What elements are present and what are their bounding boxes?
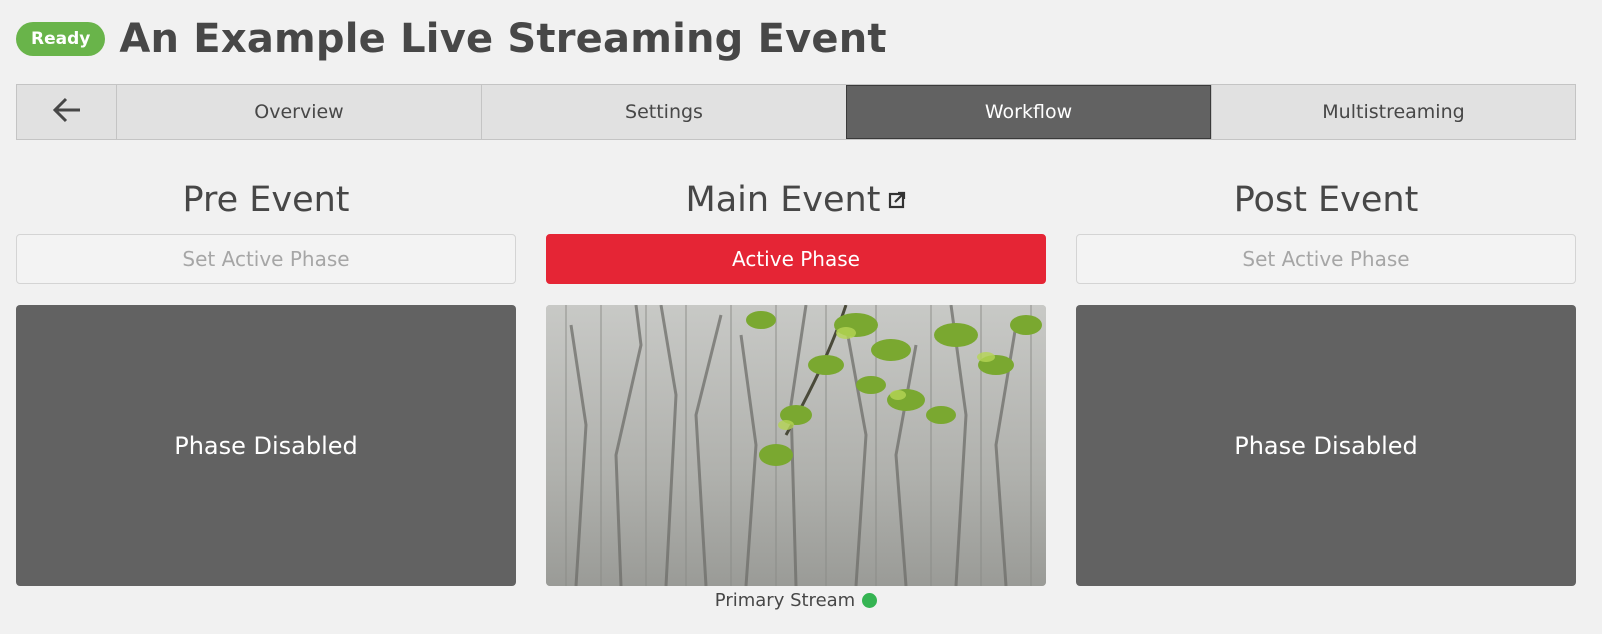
main-event-video-preview[interactable] xyxy=(546,305,1046,586)
pre-event-column: Pre Event Set Active Phase Phase Disable… xyxy=(16,176,516,586)
post-event-set-active-button[interactable]: Set Active Phase xyxy=(1076,234,1576,284)
post-event-column: Post Event Set Active Phase Phase Disabl… xyxy=(1076,176,1576,586)
phase-disabled-label: Phase Disabled xyxy=(1234,431,1418,460)
arrow-left-icon xyxy=(52,97,82,128)
main-event-active-phase-button[interactable]: Active Phase xyxy=(546,234,1046,284)
tab-multistreaming[interactable]: Multistreaming xyxy=(1211,85,1575,139)
tab-overview[interactable]: Overview xyxy=(116,85,481,139)
pre-event-title: Pre Event xyxy=(182,180,350,220)
stream-status-dot-icon xyxy=(862,593,878,608)
external-link-icon[interactable] xyxy=(888,191,906,209)
tab-settings[interactable]: Settings xyxy=(481,85,846,139)
main-event-column: Main Event Active Phase Primary Stream xyxy=(546,176,1046,611)
page-header: Ready An Example Live Streaming Event xyxy=(16,14,887,64)
rain-forest-thumbnail xyxy=(546,305,1046,586)
post-event-title: Post Event xyxy=(1233,180,1419,220)
tab-bar: Overview Settings Workflow Multistreamin… xyxy=(16,84,1576,140)
main-event-title: Main Event xyxy=(685,180,881,220)
status-badge: Ready xyxy=(16,22,106,56)
primary-stream-label: Primary Stream xyxy=(714,590,856,611)
tab-workflow[interactable]: Workflow xyxy=(846,85,1211,139)
pre-event-set-active-button[interactable]: Set Active Phase xyxy=(16,234,516,284)
page-title: An Example Live Streaming Event xyxy=(119,16,887,62)
pre-event-preview: Phase Disabled xyxy=(16,305,516,586)
phase-disabled-label: Phase Disabled xyxy=(174,431,358,460)
main-event-title-row: Main Event xyxy=(546,176,1046,224)
post-event-preview: Phase Disabled xyxy=(1076,305,1576,586)
primary-stream-status: Primary Stream xyxy=(546,590,1046,611)
back-button[interactable] xyxy=(17,85,116,139)
